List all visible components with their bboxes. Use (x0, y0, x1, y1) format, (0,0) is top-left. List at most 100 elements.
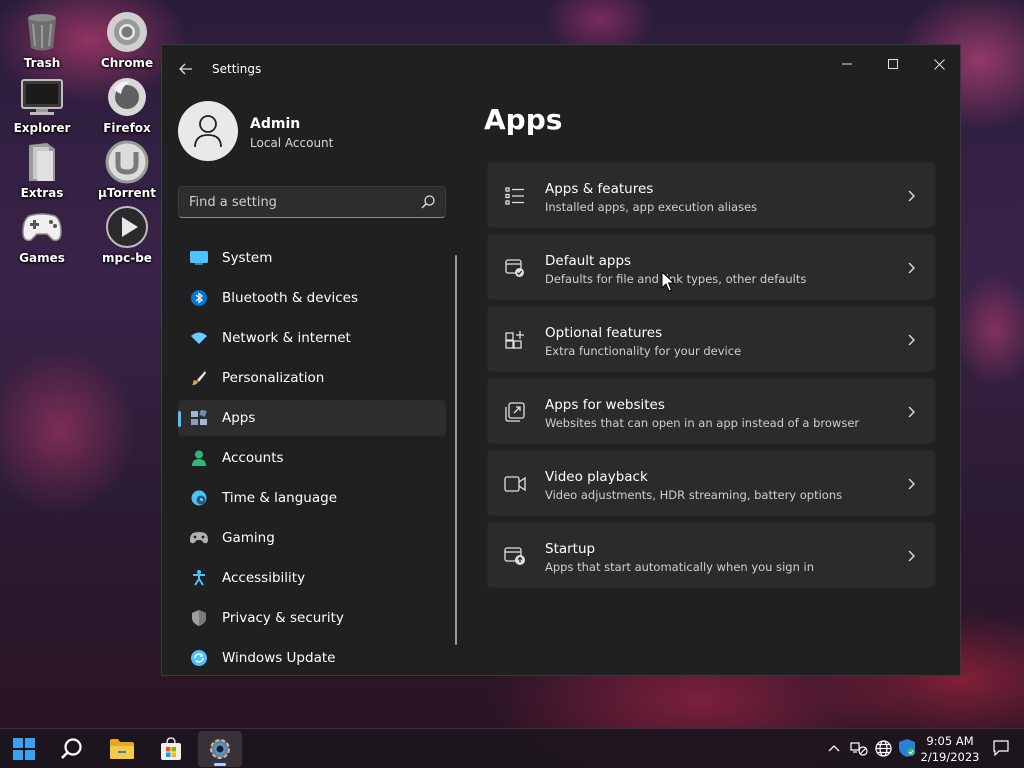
card-startup[interactable]: Startup Apps that start automatically wh… (487, 522, 936, 588)
settings-card-list: Apps & features Installed apps, app exec… (487, 162, 936, 594)
extras-icon (20, 140, 64, 184)
trash-icon (20, 10, 64, 54)
card-subtitle: Extra functionality for your device (545, 344, 742, 358)
search-input[interactable] (179, 187, 409, 217)
firefox-icon (105, 75, 149, 119)
window-title: Settings (212, 62, 262, 76)
settings-icon (210, 739, 230, 759)
default-apps-icon (504, 257, 526, 279)
desktop-icon-mpc-be[interactable]: mpc-be (91, 205, 163, 265)
desktop-icon-label: Games (19, 251, 65, 265)
sidebar-item-accounts[interactable]: Accounts (178, 440, 446, 476)
user-name: Admin (250, 116, 301, 132)
sidebar-item-personalization[interactable]: Personalization (178, 360, 446, 396)
clock-date: 2/19/2023 (920, 750, 980, 764)
search-icon[interactable] (421, 195, 435, 209)
network-off-icon (850, 742, 868, 756)
store-button[interactable] (149, 731, 193, 767)
sidebar-item-accessibility[interactable]: Accessibility (178, 560, 446, 596)
desktop-icon-label: Explorer (13, 121, 71, 135)
sidebar-item-label: Bluetooth & devices (222, 290, 359, 306)
settings-taskbar-button[interactable] (198, 731, 242, 767)
notification-icon (993, 740, 1009, 756)
card-title: Apps & features (545, 181, 654, 197)
card-apps-for-websites[interactable]: Apps for websites Websites that can open… (487, 378, 936, 444)
desktop-icon-extras[interactable]: Extras (6, 140, 78, 200)
chevron-right-icon (908, 478, 915, 490)
desktop-icon-chrome[interactable]: Chrome (91, 10, 163, 70)
wifi-icon (189, 328, 209, 348)
chevron-right-icon (908, 262, 915, 274)
sidebar-item-apps[interactable]: Apps (178, 400, 446, 436)
security-tray-icon[interactable] (898, 739, 916, 757)
sidebar-item-system[interactable]: System (178, 240, 446, 276)
desktop-icon-label: Firefox (103, 121, 151, 135)
taskbar-search-button[interactable] (50, 731, 94, 767)
account-type: Local Account (250, 136, 334, 150)
sidebar-item-privacy-security[interactable]: Privacy & security (178, 600, 446, 636)
globe-icon (874, 739, 892, 757)
card-title: Optional features (545, 325, 663, 341)
monitor-icon (20, 75, 64, 119)
desktop-icon-firefox[interactable]: Firefox (91, 75, 163, 135)
person-icon (189, 448, 209, 468)
sidebar-item-label: Windows Update (222, 650, 336, 666)
gamepad-icon (189, 528, 209, 548)
desktop-icon-trash[interactable]: Trash (6, 10, 78, 70)
sidebar-item-gaming[interactable]: Gaming (178, 520, 446, 556)
start-button[interactable] (2, 731, 46, 767)
add-grid-icon (504, 329, 526, 351)
desktop-icon-games[interactable]: Games (6, 205, 78, 265)
back-button[interactable] (176, 59, 196, 79)
sidebar-item-windows-update[interactable]: Windows Update (178, 640, 446, 675)
maximize-button[interactable] (870, 49, 916, 79)
sidebar-item-bluetooth[interactable]: Bluetooth & devices (178, 280, 446, 316)
title-bar: Settings (162, 45, 960, 93)
maximize-icon (888, 59, 898, 69)
show-hidden-icons-button[interactable] (825, 739, 843, 757)
card-subtitle: Apps that start automatically when you s… (545, 560, 815, 574)
card-apps-features[interactable]: Apps & features Installed apps, app exec… (487, 162, 936, 228)
sidebar-item-label: Network & internet (222, 330, 351, 346)
card-subtitle: Installed apps, app execution aliases (545, 200, 758, 214)
sidebar-item-network[interactable]: Network & internet (178, 320, 446, 356)
card-default-apps[interactable]: Default apps Defaults for file and link … (487, 234, 936, 300)
desktop-icon-label: Trash (23, 56, 61, 70)
security-icon (899, 739, 915, 757)
file-explorer-button[interactable] (100, 731, 144, 767)
minimize-button[interactable] (824, 49, 870, 79)
chevron-right-icon (908, 190, 915, 202)
user-profile[interactable]: Admin Local Account (178, 101, 458, 163)
sidebar-item-label: Accessibility (222, 570, 306, 586)
card-title: Startup (545, 541, 596, 557)
taskbar: 9:05 AM 2/19/2023 (0, 728, 1024, 768)
network-tray-icon[interactable] (850, 739, 868, 757)
sidebar-item-time-language[interactable]: Time & language (178, 480, 446, 516)
sidebar-item-label: Apps (222, 410, 256, 426)
accessibility-icon (189, 568, 209, 588)
taskbar-clock[interactable]: 9:05 AM 2/19/2023 (918, 733, 982, 765)
card-title: Video playback (545, 469, 648, 485)
card-optional-features[interactable]: Optional features Extra functionality fo… (487, 306, 936, 372)
open-link-icon (504, 401, 526, 423)
notification-center-button[interactable] (992, 739, 1010, 757)
shield-icon (189, 608, 209, 628)
close-button[interactable] (916, 49, 960, 79)
globe-tray-icon[interactable] (874, 739, 892, 757)
play-icon (105, 205, 149, 249)
sidebar-scrollbar[interactable] (455, 255, 457, 645)
start-icon (13, 738, 35, 760)
gamepad-icon (20, 205, 64, 249)
sidebar-item-label: System (222, 250, 273, 266)
card-title: Default apps (545, 253, 632, 269)
desktop-icon-utorrent[interactable]: µTorrent (91, 140, 163, 200)
startup-icon (504, 545, 526, 567)
card-subtitle: Video adjustments, HDR streaming, batter… (545, 488, 843, 502)
desktop-icon-explorer[interactable]: Explorer (6, 75, 78, 135)
sidebar-item-label: Accounts (222, 450, 284, 466)
card-video-playback[interactable]: Video playback Video adjustments, HDR st… (487, 450, 936, 516)
desktop-icon-label: mpc-be (102, 251, 152, 265)
desktop-icon-label: µTorrent (98, 186, 156, 200)
search-box[interactable] (178, 186, 446, 218)
update-icon (189, 648, 209, 668)
